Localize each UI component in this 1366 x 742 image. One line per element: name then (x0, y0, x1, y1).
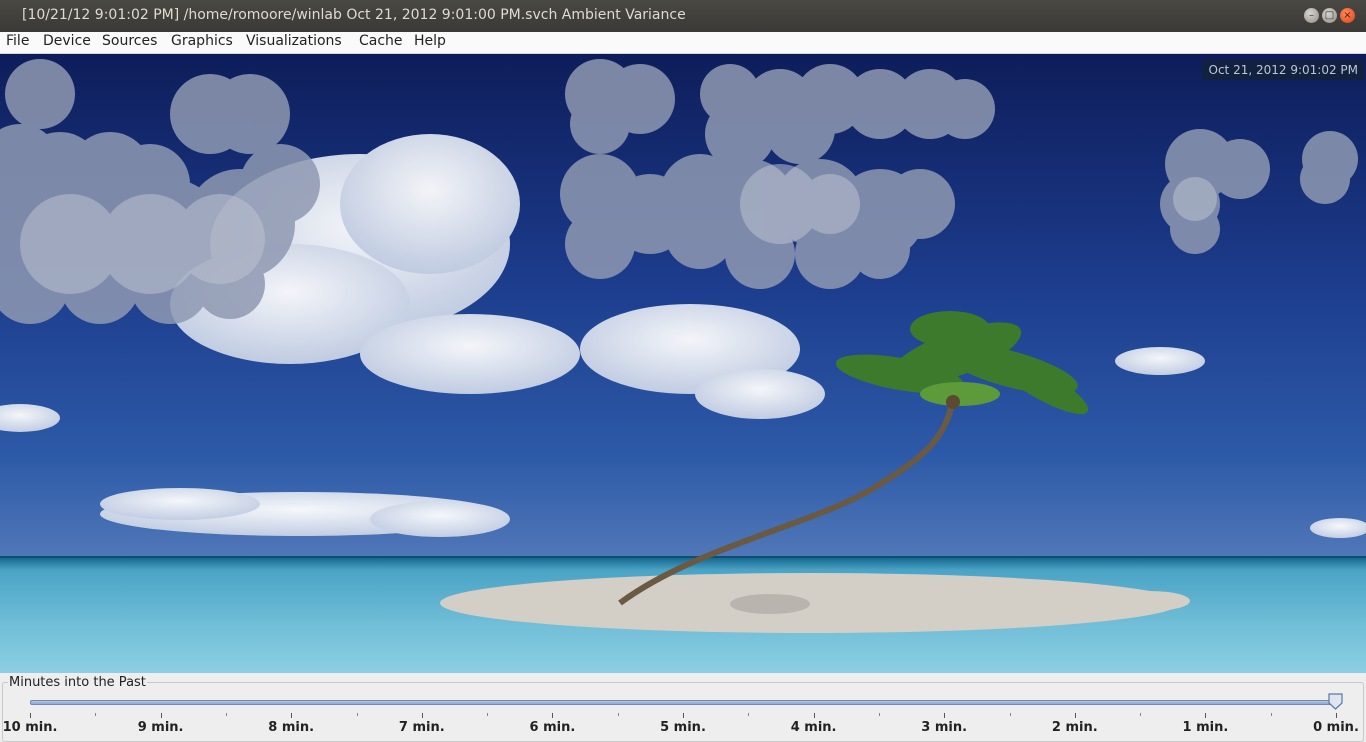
menu-sources[interactable]: Sources (102, 33, 157, 49)
menu-help[interactable]: Help (414, 33, 446, 49)
slider-major-tick (30, 713, 31, 718)
slider-major-tick (1205, 713, 1207, 718)
slider-minor-tick (1140, 713, 1142, 716)
slider-major-tick (421, 713, 423, 718)
slider-major-tick (944, 713, 946, 718)
slider-major-tick (552, 713, 554, 718)
close-icon[interactable]: × (1340, 8, 1355, 23)
slider-thumb[interactable] (1328, 693, 1343, 710)
timestamp-overlay: Oct 21, 2012 9:01:02 PM (1201, 60, 1364, 80)
slider-tick-label: 0 min. (1313, 720, 1359, 735)
slider-tick-label: 5 min. (660, 720, 706, 735)
slider-tick-label: 4 min. (790, 720, 837, 735)
slider-tick-label: 2 min. (1051, 720, 1098, 735)
slider-tick-label: 1 min. (1182, 720, 1229, 735)
menu-file[interactable]: File (6, 33, 29, 49)
slider-tick-label: 10 min. (2, 720, 58, 735)
slider-minor-tick (95, 713, 97, 716)
slider-minor-tick (1009, 713, 1011, 716)
minimize-icon[interactable]: – (1304, 8, 1319, 23)
slider-minor-tick (748, 713, 750, 716)
slider-minor-tick (878, 713, 880, 716)
slider-tick-label: 9 min. (137, 720, 184, 735)
visualization-canvas[interactable]: Oct 21, 2012 9:01:02 PM (0, 54, 1366, 673)
menu-cache[interactable]: Cache (359, 33, 403, 49)
slider-minor-tick (356, 713, 358, 716)
slider-title: Minutes into the Past (8, 675, 147, 690)
slider-track[interactable] (30, 700, 1338, 705)
slider-major-tick (683, 713, 684, 718)
slider-tick-label: 3 min. (921, 720, 968, 735)
slider-minor-tick (225, 713, 227, 716)
menu-bar: File Device Sources Graphics Visualizati… (0, 32, 1366, 54)
maximize-icon[interactable]: □ (1322, 8, 1337, 23)
window-title: [10/21/12 9:01:02 PM] /home/romoore/winl… (22, 7, 686, 23)
slider-minor-tick (617, 713, 619, 716)
menu-graphics[interactable]: Graphics (171, 33, 233, 49)
slider-tick-label: 6 min. (529, 720, 576, 735)
slider-major-tick (1074, 713, 1076, 718)
slider-major-tick (1336, 713, 1337, 718)
slider-minor-tick (1270, 713, 1272, 716)
time-slider-panel: Minutes into the Past 10 min. 9 min. 8 min… (0, 673, 1366, 742)
slider-major-tick (291, 713, 293, 718)
menu-device[interactable]: Device (43, 33, 91, 49)
slider-minor-tick (487, 713, 489, 716)
slider-tick-label: 8 min. (268, 720, 315, 735)
title-bar: [10/21/12 9:01:02 PM] /home/romoore/winl… (0, 0, 1366, 32)
slider-major-tick (813, 713, 815, 718)
menu-visualizations[interactable]: Visualizations (246, 33, 342, 49)
slider-major-tick (160, 713, 162, 718)
sand-island (440, 573, 1180, 633)
background-image (0, 54, 1366, 673)
slider-tick-label: 7 min. (398, 720, 445, 735)
